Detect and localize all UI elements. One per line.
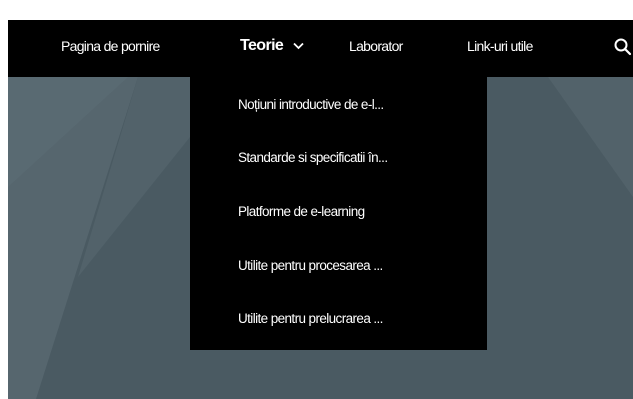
nav-item-label: Laborator [349,38,403,54]
dropdown-item[interactable]: Utilite pentru procesarea ... [238,254,483,278]
nav-item-theory[interactable]: Teorie [240,20,304,77]
dropdown-item[interactable]: Platforme de e-learning [238,200,483,224]
search-icon[interactable] [613,37,633,57]
nav-item-label: Teorie [240,37,284,54]
dropdown-item[interactable]: Noțiuni introductive de e-l... [238,93,483,117]
top-navbar: Pagina de pornire Teorie Laborator Link-… [8,20,633,77]
dropdown-item[interactable]: Utilite pentru prelucrarea ... [238,307,483,331]
nav-item-useful-links[interactable]: Link-uri utile [467,20,533,77]
nav-item-label: Link-uri utile [467,38,533,54]
theory-dropdown-menu: Noțiuni introductive de e-l... Standarde… [190,77,487,350]
chevron-down-icon [293,42,304,50]
nav-item-label: Pagina de pornire [61,38,160,54]
dropdown-item[interactable]: Standarde si specificatii în... [238,146,483,170]
page-frame: Pagina de pornire Teorie Laborator Link-… [0,0,633,399]
nav-item-laboratory[interactable]: Laborator [349,20,403,77]
nav-item-home[interactable]: Pagina de pornire [61,20,160,77]
